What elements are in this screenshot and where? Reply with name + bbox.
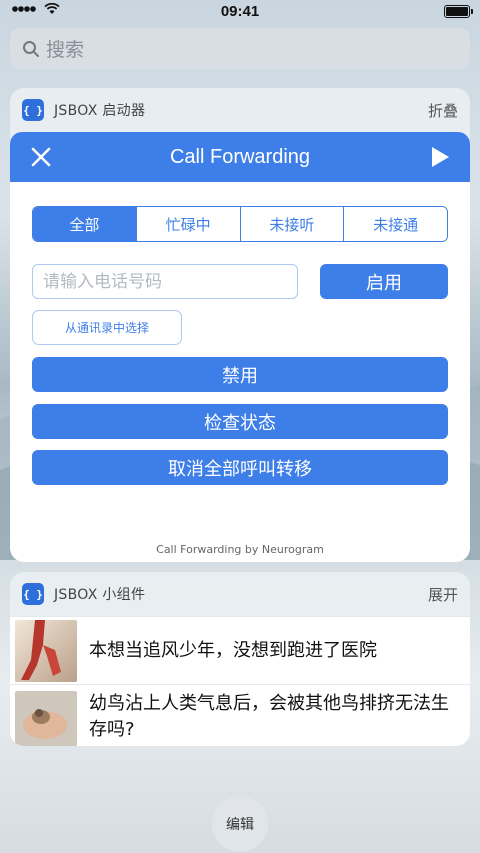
jsbox-app-icon: { } [22, 99, 44, 121]
battery-icon [444, 5, 473, 18]
launcher-widget-title: JSBOX 启动器 [54, 103, 146, 119]
expand-button[interactable]: 展开 [428, 584, 458, 605]
close-icon[interactable] [30, 146, 52, 168]
forwarding-type-segmented-control: 全部 忙碌中 未接听 未接通 [32, 206, 448, 242]
news-item[interactable]: 幼鸟沾上人类气息后，会被其他鸟排挤无法生存吗? [10, 684, 470, 746]
call-forwarding-navbar: Call Forwarding [10, 132, 470, 182]
collapse-button[interactable]: 折叠 [428, 100, 458, 121]
search-bar[interactable]: 搜索 [10, 28, 470, 69]
news-title: 本想当追风少年，没想到跑进了医院 [89, 639, 377, 661]
news-thumbnail-image [15, 619, 77, 682]
jsbox-widget: { } JSBOX 小组件 展开 本想当追风少年，没想到跑进了医院 幼鸟沾上人类… [10, 572, 470, 746]
launcher-widget: { } JSBOX 启动器 折叠 Call Forwarding 全部 忙碌中 … [10, 88, 470, 562]
news-thumbnail-image [15, 691, 77, 746]
enable-button[interactable]: 启用 [320, 264, 448, 299]
phone-number-input[interactable] [32, 264, 298, 299]
jsbox-app-icon: { } [22, 583, 44, 605]
news-item[interactable]: 本想当追风少年，没想到跑进了医院 [10, 616, 470, 684]
call-forwarding-footer: Call Forwarding by Neurogram [156, 543, 324, 556]
tab-unreachable[interactable]: 未接通 [344, 207, 447, 241]
jsbox-widget-title: JSBOX 小组件 [54, 587, 146, 603]
disable-button[interactable]: 禁用 [32, 357, 448, 392]
cancel-all-forwarding-button[interactable]: 取消全部呼叫转移 [32, 450, 448, 485]
jsbox-widget-header: { } JSBOX 小组件 展开 [10, 572, 470, 616]
search-icon [23, 40, 39, 57]
status-bar: 09:41 [0, 0, 480, 24]
launcher-widget-header: { } JSBOX 启动器 折叠 [10, 88, 470, 132]
status-time: 09:41 [220, 3, 260, 20]
tab-no-answer[interactable]: 未接听 [240, 207, 345, 241]
check-status-button[interactable]: 检查状态 [32, 404, 448, 439]
search-placeholder: 搜索 [46, 39, 85, 61]
news-title: 幼鸟沾上人类气息后，会被其他鸟排挤无法生存吗? [89, 693, 449, 740]
play-icon[interactable] [430, 146, 450, 168]
call-forwarding-panel: Call Forwarding 全部 忙碌中 未接听 未接通 启用 从通讯录中选… [10, 132, 470, 562]
tab-all[interactable]: 全部 [33, 207, 137, 241]
call-forwarding-title: Call Forwarding [169, 145, 311, 168]
choose-from-contacts-button[interactable]: 从通讯录中选择 [32, 310, 182, 345]
tab-busy[interactable]: 忙碌中 [136, 207, 241, 241]
edit-button[interactable]: 编辑 [212, 796, 268, 852]
